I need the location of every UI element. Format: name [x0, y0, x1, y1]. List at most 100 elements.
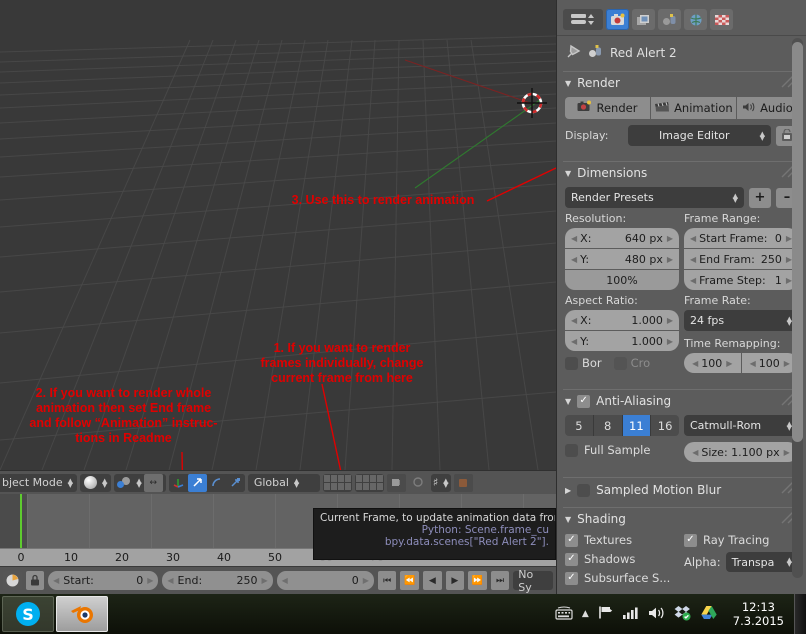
frame-step-field[interactable]: ◀ Frame Step: 1 ▶ [684, 270, 798, 290]
scene-layers-icon[interactable] [355, 474, 384, 491]
aa-size-field[interactable]: ◀ Size: 1.100 px ▶ [684, 442, 798, 462]
chevron-right-icon[interactable]: ▶ [784, 448, 790, 457]
current-frame-field[interactable]: ◀ 0 ▶ [277, 571, 374, 590]
viewport-header[interactable]: bject Mode ▲▼ ▲▼ ▲▼ ↔ [0, 470, 556, 494]
editor-type-selector[interactable] [563, 9, 603, 30]
solid-shading-icon[interactable] [84, 476, 97, 489]
textures-checkbox[interactable]: ✓ [565, 534, 578, 547]
antialiasing-checkbox[interactable]: ✓ [577, 395, 590, 408]
chevron-left-icon[interactable]: ◀ [53, 576, 59, 585]
motion-blur-checkbox[interactable] [577, 484, 590, 497]
proportional-edit-icon[interactable] [409, 474, 428, 492]
properties-tab-bar[interactable] [557, 4, 806, 36]
chevron-right-icon[interactable]: ▶ [784, 359, 790, 368]
scene-layers-icon[interactable] [323, 474, 352, 491]
timeline-editor-type-icon[interactable] [3, 571, 22, 590]
taskbar-items[interactable]: S [0, 596, 108, 632]
taskbar-clock[interactable]: 12:13 7.3.2015 [727, 600, 788, 628]
network-icon[interactable] [622, 606, 639, 623]
time-remap-new-field[interactable]: ◀ 100 ▶ [742, 353, 799, 373]
properties-scrollbar[interactable] [792, 38, 803, 578]
dropbox-icon[interactable] [674, 605, 691, 624]
taskbar-item-blender[interactable] [56, 596, 108, 632]
manipulator-group[interactable] [169, 474, 245, 492]
start-frame-field[interactable]: ◀ Start: 0 ▶ [48, 571, 158, 590]
audio-button[interactable]: Audio [737, 97, 798, 119]
motion-blur-panel-header[interactable]: ▶ Sampled Motion Blur [557, 478, 806, 502]
triangle-down-icon[interactable]: ▼ [565, 79, 571, 88]
layer-buttons-b[interactable] [355, 474, 384, 492]
end-frame-field[interactable]: ◀ End: 250 ▶ [162, 571, 272, 590]
end-frame-field[interactable]: ◀ End Fram: 250 ▶ [684, 249, 798, 269]
chevron-left-icon[interactable]: ◀ [692, 359, 698, 368]
crop-checkbox[interactable] [614, 357, 627, 370]
aa-samples-buttons[interactable]: 5 8 11 16 [565, 415, 679, 436]
orientation-dropdown[interactable]: Global ▲▼ [248, 474, 320, 492]
system-tray[interactable]: ▲ 12:13 7.3.2015 [555, 600, 794, 628]
flag-icon[interactable] [598, 605, 613, 623]
chevron-left-icon[interactable]: ◀ [690, 276, 696, 285]
add-preset-button[interactable]: + [749, 188, 771, 208]
previous-keyframe-button[interactable]: ⏪ [400, 571, 419, 590]
snap-group[interactable]: ♯ ▲▼ [431, 474, 451, 492]
full-sample-checkbox[interactable] [565, 444, 578, 457]
antialiasing-panel-header[interactable]: ▼ ✓ Anti-Aliasing [557, 390, 806, 412]
properties-editor[interactable]: Red Alert 2 ▼ Render Render [556, 0, 806, 594]
triangle-down-icon[interactable]: ▼ [565, 515, 571, 524]
chevron-left-icon[interactable]: ◀ [750, 359, 756, 368]
chevron-right-icon[interactable]: ▶ [147, 576, 153, 585]
render-panel-header[interactable]: ▼ Render [557, 72, 806, 94]
chevron-left-icon[interactable]: ◀ [690, 255, 696, 264]
animation-button[interactable]: Animation [651, 97, 736, 119]
show-desktop-button[interactable] [794, 594, 806, 634]
display-dropdown[interactable]: Image Editor ▲▼ [628, 125, 771, 146]
chevron-updown-icon[interactable]: ▲▼ [102, 479, 107, 487]
scene-breadcrumb[interactable]: Red Alert 2 [557, 40, 806, 66]
chevron-right-icon[interactable]: ▶ [667, 255, 673, 264]
sync-mode-dropdown[interactable]: No Sy [513, 571, 553, 590]
tab-texture[interactable] [710, 9, 733, 30]
aa-sample-16[interactable]: 16 [651, 415, 679, 436]
shading-mode-group[interactable]: ▲▼ [80, 474, 111, 492]
shadows-checkbox[interactable]: ✓ [565, 553, 578, 566]
triangle-down-icon[interactable]: ▼ [565, 169, 571, 178]
chevron-left-icon[interactable]: ◀ [571, 337, 577, 346]
chevron-right-icon[interactable]: ▶ [667, 234, 673, 243]
layer-buttons-a[interactable] [323, 474, 352, 492]
play-reverse-button[interactable]: ◀ [423, 571, 442, 590]
volume-icon[interactable] [648, 606, 665, 623]
lock-icon[interactable] [26, 571, 45, 590]
frame-rate-dropdown[interactable]: 24 fps ▲▼ [684, 310, 798, 331]
border-checkbox[interactable] [565, 357, 578, 370]
keyboard-icon[interactable] [555, 606, 573, 623]
pin-icon[interactable] [565, 43, 582, 63]
chevron-left-icon[interactable]: ◀ [571, 316, 577, 325]
resolution-x-field[interactable]: ◀ X: 640 px ▶ [565, 228, 679, 248]
mode-dropdown[interactable]: bject Mode ▲▼ [0, 474, 77, 492]
subsurface-checkbox[interactable]: ✓ [565, 572, 578, 585]
chevron-right-icon[interactable]: ▶ [262, 576, 268, 585]
rotate-manipulator-icon[interactable] [207, 474, 226, 492]
chevron-left-icon[interactable]: ◀ [690, 234, 696, 243]
chevron-left-icon[interactable]: ◀ [282, 576, 288, 585]
aa-sample-5[interactable]: 5 [565, 415, 594, 436]
resolution-percent-field[interactable]: 100% [565, 270, 679, 290]
pivot-group[interactable]: ▲▼ ↔ [114, 474, 165, 492]
tab-render[interactable] [606, 9, 629, 30]
lock-layers-icon[interactable] [387, 474, 406, 492]
move-manipulator-icon[interactable] [188, 474, 207, 492]
triangle-down-icon[interactable]: ▼ [565, 397, 571, 406]
aa-sample-8[interactable]: 8 [594, 415, 623, 436]
resolution-y-field[interactable]: ◀ Y: 480 px ▶ [565, 249, 679, 269]
jump-to-end-button[interactable]: ⏭ [491, 571, 510, 590]
chevron-right-icon[interactable]: ▶ [667, 316, 673, 325]
triangle-right-icon[interactable]: ▶ [565, 486, 571, 495]
timeline-footer[interactable]: ◀ Start: 0 ▶ ◀ End: 250 ▶ ◀ 0 ▶ ⏮ ⏪ ◀ ▶ … [0, 566, 556, 594]
subsurface-row[interactable]: ✓ Subsurface S... [565, 571, 679, 585]
taskbar-item-skype[interactable]: S [2, 596, 54, 632]
aa-filter-dropdown[interactable]: Catmull-Rom ▲▼ [684, 415, 798, 436]
shading-panel-header[interactable]: ▼ Shading [557, 508, 806, 530]
chevron-right-icon[interactable]: ▶ [667, 337, 673, 346]
textures-row[interactable]: ✓ Textures [565, 533, 679, 547]
dimensions-panel-header[interactable]: ▼ Dimensions [557, 162, 806, 184]
